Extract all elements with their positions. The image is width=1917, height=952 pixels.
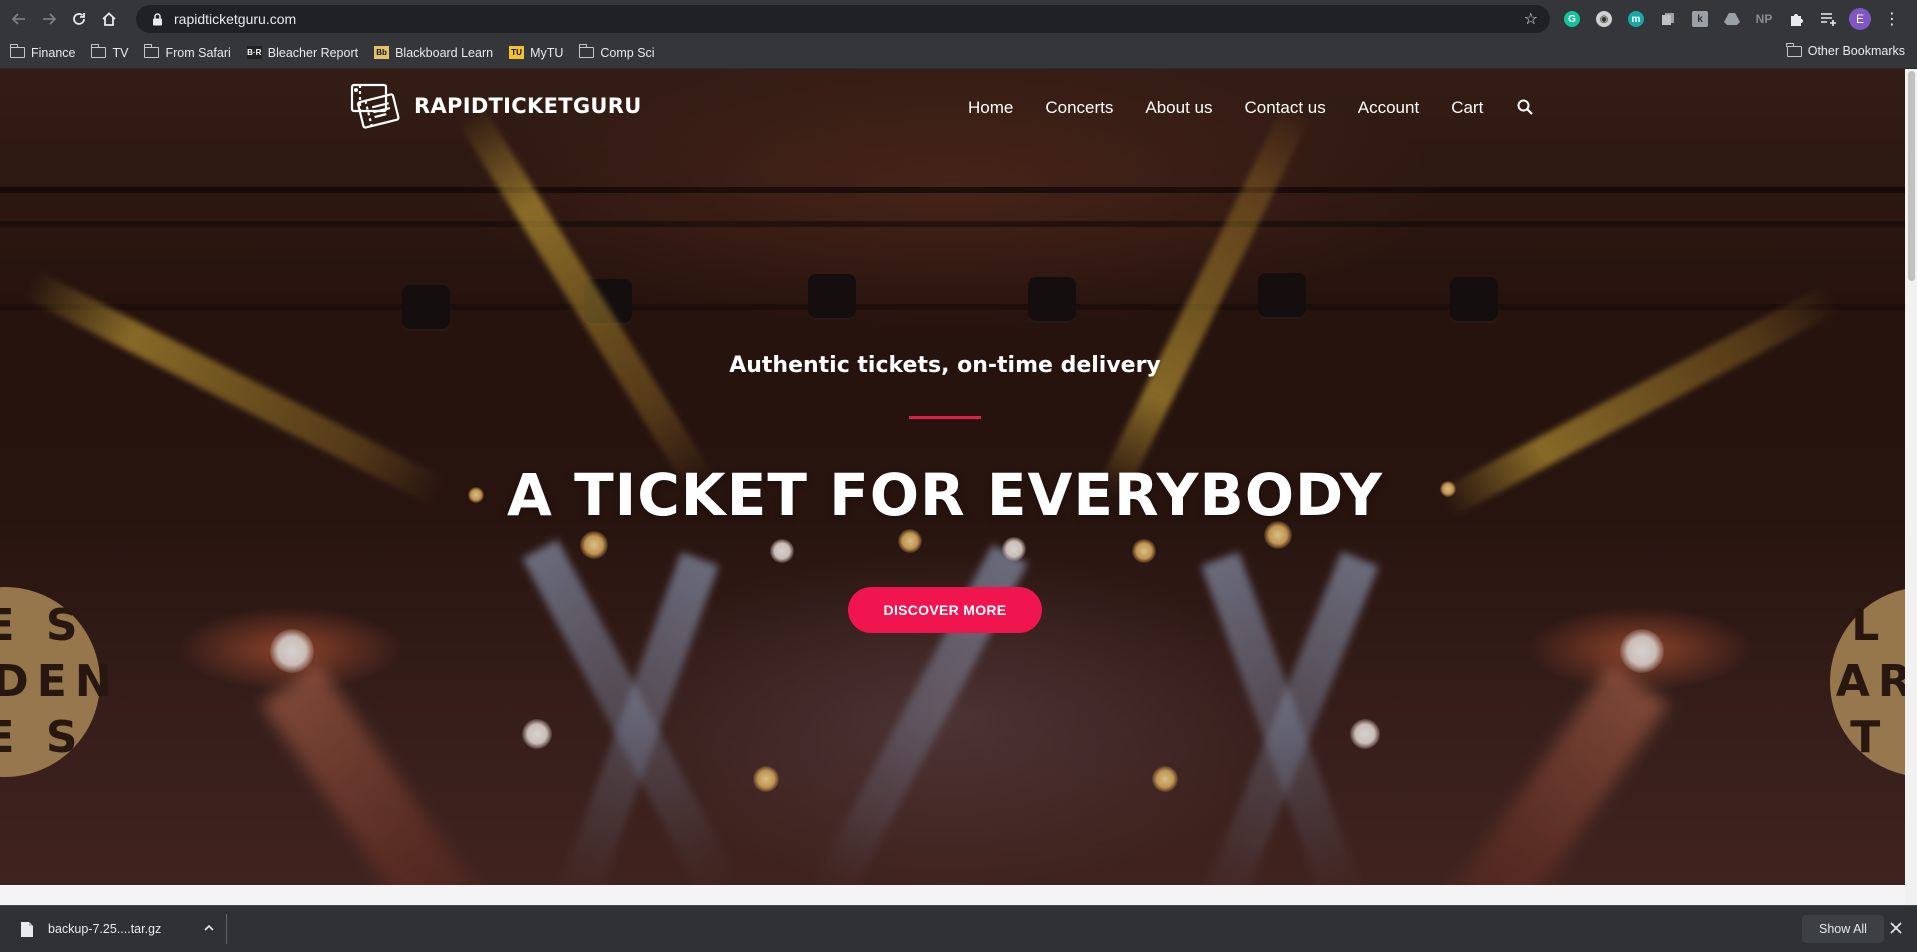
bookmark-from-safari[interactable]: From Safari [143,44,231,60]
folder-icon [9,44,25,58]
hero-tagline: Authentic tickets, on-time delivery [729,353,1161,378]
home-icon [102,11,116,26]
more-menu-icon[interactable]: ⋮ [1880,7,1904,31]
show-all-button[interactable]: Show All [1802,915,1884,943]
bookmark-blackboard-learn[interactable]: Bb Blackboard Learn [374,46,493,60]
folder-icon [90,44,107,58]
folder-icon [578,44,595,58]
extensions-tray: G ◉ m k NP E ⋮ [1560,6,1904,32]
download-shelf: backup-7.25....tar.gz Show All [0,905,1917,952]
extension-k-icon[interactable]: k [1688,7,1712,31]
nav-about-us[interactable]: About us [1145,98,1212,118]
back-arrow-icon [11,12,25,25]
reload-button[interactable] [64,4,94,34]
address-bar[interactable]: rapidticketguru.com ☆ [136,5,1550,33]
bookmark-tv[interactable]: TV [90,44,128,60]
blackboard-favicon: Bb [374,46,390,59]
home-button[interactable] [94,4,124,34]
search-icon[interactable] [1517,99,1535,117]
profile-avatar[interactable]: E [1848,7,1872,31]
forward-button[interactable] [34,4,64,34]
mytu-favicon: TU [509,46,525,59]
bookmark-star-icon[interactable]: ☆ [1524,9,1538,29]
nav-home[interactable]: Home [968,98,1013,118]
reload-icon [73,12,85,25]
download-item[interactable]: backup-7.25....tar.gz [12,914,227,944]
grammarly-icon[interactable]: G [1560,7,1584,31]
bleacher-report-favicon: B·R [246,46,262,59]
bookmark-mytu[interactable]: TU MyTU [509,46,563,60]
chevron-up-icon[interactable] [204,921,214,935]
bookmark-bleacher-report[interactable]: B·R Bleacher Report [246,46,358,60]
reading-list-icon[interactable] [1816,7,1840,31]
site-header: RAPIDTICKETGURU Home Concerts About us C… [0,69,1905,131]
download-filename: backup-7.25....tar.gz [48,922,162,936]
nav-concerts[interactable]: Concerts [1045,98,1113,118]
file-icon [21,921,33,937]
folder-icon [1786,42,1802,57]
other-bookmarks[interactable]: Other Bookmarks [1786,42,1905,58]
extension-m-icon[interactable]: m [1624,7,1648,31]
page-scrollbar[interactable] [1905,69,1917,905]
nav-cart[interactable]: Cart [1451,98,1483,118]
site-logo[interactable]: RAPIDTICKETGURU [348,82,642,130]
nav-contact-us[interactable]: Contact us [1245,98,1326,118]
page-viewport: E S RDEN E S L E ARD T E RAPIDTICKETGURU… [0,69,1905,905]
hero-headline: A TICKET FOR EVERYBODY [507,461,1383,529]
ticket-logo-icon [350,83,400,129]
forward-arrow-icon [43,12,57,25]
folder-icon [143,44,160,58]
nav-account[interactable]: Account [1358,98,1419,118]
hero-banner: E S RDEN E S L E ARD T E RAPIDTICKETGURU… [0,69,1905,885]
url-text: rapidticketguru.com [174,11,297,27]
extension-copy-icon[interactable] [1656,7,1680,31]
back-button[interactable] [4,4,34,34]
bookmark-finance[interactable]: Finance [9,44,75,60]
drive-icon[interactable] [1720,7,1744,31]
main-nav: Home Concerts About us Contact us Accoun… [968,98,1535,118]
close-icon[interactable] [1890,918,1902,938]
brand-name: RAPIDTICKETGURU [414,94,642,118]
lock-icon [148,10,166,28]
bookmark-comp-sci[interactable]: Comp Sci [578,44,655,60]
browser-toolbar: rapidticketguru.com ☆ G ◉ m k NP E ⋮ [0,0,1917,37]
accent-divider [909,416,981,419]
scrollbar-thumb[interactable] [1908,71,1915,281]
extension-np-icon[interactable]: NP [1752,7,1776,31]
bookmarks-bar: Finance TV From Safari B·R Bleacher Repor… [0,37,1917,69]
discover-more-button[interactable]: DISCOVER MORE [848,587,1042,633]
puzzle-icon[interactable] [1784,7,1808,31]
extension-circle-icon[interactable]: ◉ [1592,7,1616,31]
